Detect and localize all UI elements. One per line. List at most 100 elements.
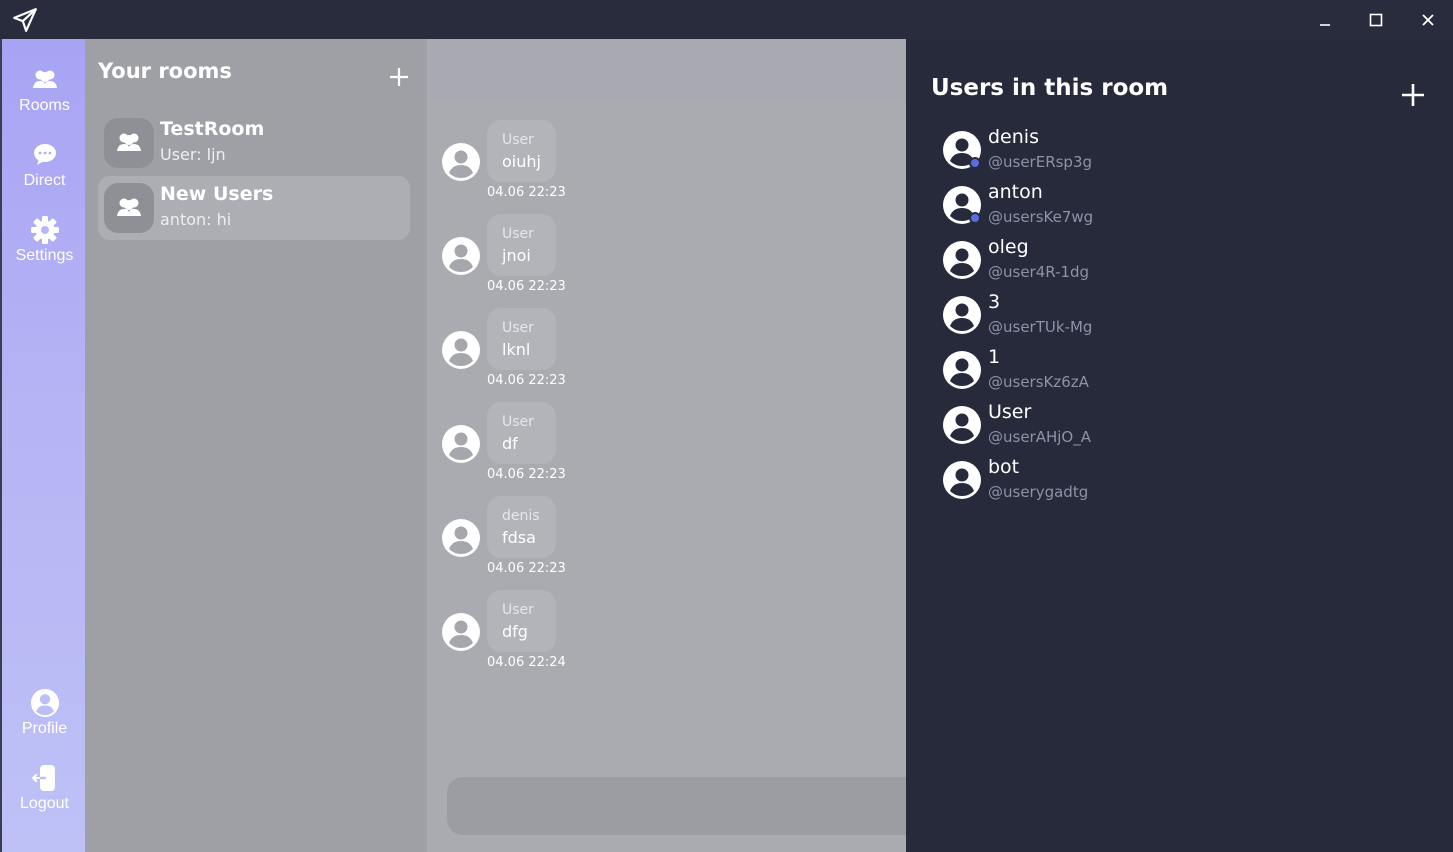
online-status-dot [969, 157, 981, 169]
message-text: fdsa [502, 528, 536, 547]
user-name: 3 [988, 291, 1001, 313]
message-author: User [502, 414, 534, 430]
message: User oiuhj 04.06 22:23 [427, 120, 906, 214]
message-author: denis [502, 508, 540, 524]
message-text: dfg [502, 622, 528, 641]
chat-bubble-icon [33, 144, 56, 165]
user-avatar-icon [943, 406, 981, 444]
message-text: lknl [502, 340, 531, 359]
user-name: 1 [988, 346, 1001, 368]
user-avatar-icon [442, 143, 480, 181]
room-name: TestRoom [160, 118, 265, 140]
user-handle: @userTUk-Mg [988, 318, 1093, 336]
user-item[interactable]: denis @userERsp3g [942, 120, 1422, 175]
user-circle-icon [30, 688, 59, 718]
paper-plane-icon [13, 8, 37, 32]
message-author: User [502, 602, 534, 618]
user-avatar-icon [943, 461, 981, 499]
message-bubble: User jnoi [487, 214, 556, 276]
message-input[interactable] [447, 777, 906, 835]
user-handle: @userERsp3g [988, 153, 1093, 171]
nav-label-rooms: Rooms [19, 97, 70, 114]
gear-icon [30, 216, 59, 244]
plus-icon[interactable] [385, 63, 413, 91]
message-time: 04.06 22:23 [487, 373, 566, 388]
message-bubble: User lknl [487, 308, 556, 370]
user-name: anton [988, 181, 1043, 203]
minimize-button[interactable] [1300, 0, 1350, 39]
message-author: User [502, 320, 534, 336]
message-time: 04.06 22:23 [487, 279, 566, 294]
user-item[interactable]: oleg @user4R-1dg [942, 230, 1422, 285]
users-icon [117, 133, 141, 151]
rooms-panel: Your rooms TestRoom User: ljn New Users … [85, 39, 427, 852]
nav-label-profile: Profile [21, 720, 68, 737]
nav-item-profile[interactable]: Profile [2, 688, 87, 752]
chat-header [432, 39, 906, 101]
message-time: 04.06 22:24 [487, 655, 566, 670]
user-avatar-icon [442, 425, 480, 463]
user-avatar-icon [943, 351, 981, 389]
online-status-dot [969, 212, 981, 224]
message: User df 04.06 22:23 [427, 402, 906, 496]
user-name: bot [988, 456, 1020, 478]
room-avatar [104, 118, 154, 168]
message-time: 04.06 22:23 [487, 561, 566, 576]
room-name: New Users [160, 183, 274, 205]
message-bubble: User df [487, 402, 556, 464]
maximize-button[interactable] [1351, 0, 1401, 39]
title-bar [0, 0, 1453, 39]
user-handle: @usersKe7wg [988, 208, 1094, 226]
user-item[interactable]: bot @userygadtg [942, 450, 1422, 505]
user-avatar-icon [442, 519, 480, 557]
message-bubble: User oiuhj [487, 120, 556, 182]
user-handle: @usersKz6zA [988, 373, 1089, 391]
message: denis fdsa 04.06 22:23 [427, 496, 906, 590]
close-button[interactable] [1403, 0, 1453, 39]
user-item[interactable]: 1 @usersKz6zA [942, 340, 1422, 395]
nav-rail: Rooms Direct Settings Profile Logout [0, 39, 85, 852]
user-handle: @user4R-1dg [988, 263, 1090, 281]
user-handle: @userygadtg [988, 483, 1089, 501]
plus-icon[interactable] [1398, 80, 1428, 110]
rooms-title: Your rooms [98, 59, 232, 83]
nav-label-direct: Direct [23, 172, 66, 189]
users-icon [32, 70, 57, 88]
user-item[interactable]: anton @usersKe7wg [942, 175, 1422, 230]
nav-item-direct[interactable]: Direct [2, 140, 87, 204]
message: User lknl 04.06 22:23 [427, 308, 906, 402]
message-author: User [502, 132, 534, 148]
user-avatar-icon [442, 613, 480, 651]
nav-item-settings[interactable]: Settings [2, 215, 87, 279]
user-avatar-icon [442, 237, 480, 275]
maximize-icon [1369, 13, 1383, 26]
user-avatar-icon [943, 296, 981, 334]
user-name: User [988, 401, 1032, 423]
users-panel: Users in this room denis @userERsp3g ant… [906, 39, 1453, 852]
room-item-testroom[interactable]: TestRoom User: ljn [98, 111, 410, 175]
message: User jnoi 04.06 22:23 [427, 214, 906, 308]
users-icon [117, 198, 141, 216]
message-bubble: User dfg [487, 590, 556, 652]
user-handle: @userAHjO_A [988, 428, 1091, 446]
nav-label-settings: Settings [15, 247, 74, 264]
chat-area: User oiuhj 04.06 22:23 User jnoi 04.06 2… [427, 39, 906, 852]
user-name: oleg [988, 236, 1029, 258]
message: User dfg 04.06 22:24 [427, 590, 906, 684]
user-avatar-icon [943, 241, 981, 279]
nav-label-logout: Logout [20, 795, 69, 812]
user-item[interactable]: 3 @userTUk-Mg [942, 285, 1422, 340]
message-bubble: denis fdsa [487, 496, 556, 558]
user-item[interactable]: User @userAHjO_A [942, 395, 1422, 450]
users-title: Users in this room [931, 75, 1169, 101]
message-text: jnoi [502, 246, 531, 265]
user-avatar-icon [442, 331, 480, 369]
message-author: User [502, 226, 534, 242]
message-text: df [502, 434, 518, 453]
user-name: denis [988, 126, 1039, 148]
room-item-new-users[interactable]: New Users anton: hi [98, 176, 410, 240]
nav-item-logout[interactable]: Logout [2, 763, 87, 827]
room-avatar [104, 183, 154, 233]
room-last-message: anton: hi [160, 210, 232, 229]
nav-item-rooms[interactable]: Rooms [2, 65, 87, 129]
